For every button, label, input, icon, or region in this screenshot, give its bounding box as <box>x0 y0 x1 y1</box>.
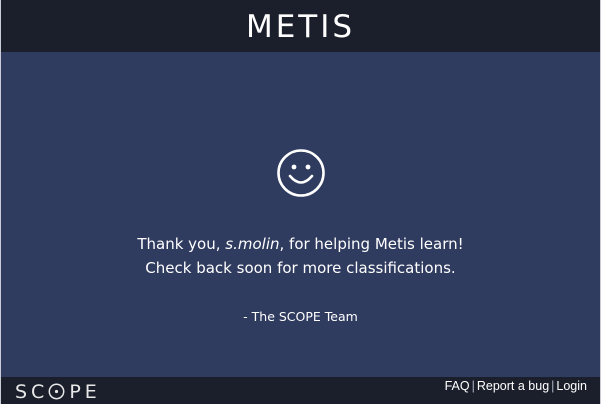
scope-logo-o-icon <box>48 383 65 400</box>
report-bug-link[interactable]: Report a bug <box>477 379 549 393</box>
thanks-suffix: , for helping Metis learn! <box>279 235 464 253</box>
main-content-area: Thank you, s.molin, for helping Metis le… <box>1 52 600 377</box>
scope-logo: SC PE <box>15 381 101 403</box>
app-title: METIS <box>245 8 356 45</box>
username: s.molin <box>225 235 280 253</box>
login-link[interactable]: Login <box>556 379 587 393</box>
faq-link[interactable]: FAQ <box>445 379 470 393</box>
thanks-prefix: Thank you, <box>137 235 226 253</box>
footer-bar: SC PE FAQ | Report a bug | Login <box>1 377 600 404</box>
link-separator: | <box>471 379 475 393</box>
check-back-message: Check back soon for more classifications… <box>145 259 456 277</box>
top-header-bar: METIS <box>1 0 600 52</box>
link-separator: | <box>551 379 555 393</box>
team-signature: - The SCOPE Team <box>243 309 358 324</box>
page-frame: METIS Thank you, s.molin, for helping Me… <box>0 0 601 404</box>
smiley-face-icon <box>277 149 325 197</box>
footer-links: FAQ | Report a bug | Login <box>445 378 587 394</box>
thank-you-message: Thank you, s.molin, for helping Metis le… <box>1 232 600 256</box>
